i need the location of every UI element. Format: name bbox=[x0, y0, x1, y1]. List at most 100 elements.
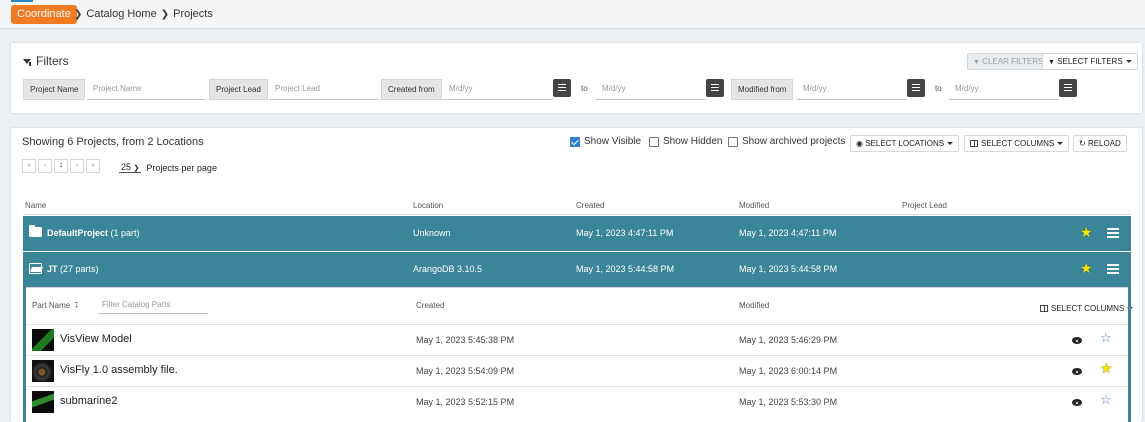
filter-icon: ▼ bbox=[1048, 59, 1055, 66]
column-header-part-name[interactable]: Part Name ↧ bbox=[32, 301, 80, 310]
star-outline-icon[interactable]: ☆ bbox=[1100, 331, 1112, 344]
parts-table: Part Name ↧ Filter Catalog Parts Created … bbox=[23, 287, 1134, 422]
part-modified: May 1, 2023 6:00:14 PM bbox=[739, 366, 838, 376]
favorite-star-icon[interactable]: ★ bbox=[1100, 361, 1113, 375]
menu-icon[interactable] bbox=[1107, 264, 1119, 274]
select-locations-label: SELECT LOCATIONS bbox=[865, 139, 945, 148]
last-page-button[interactable]: » bbox=[86, 159, 100, 173]
columns-icon bbox=[970, 140, 978, 147]
filter-icon: ▼ bbox=[973, 59, 980, 66]
show-visible-checkbox[interactable]: Show Visible bbox=[570, 136, 641, 147]
topbar-accent bbox=[11, 0, 33, 2]
star-outline-icon[interactable]: ☆ bbox=[1100, 393, 1112, 406]
project-lead-input[interactable]: Project Lead bbox=[269, 79, 379, 100]
project-created: May 1, 2023 5:44:58 PM bbox=[576, 264, 675, 274]
column-header-modified[interactable]: Modified bbox=[739, 301, 769, 310]
chevron-right-icon: ❯ bbox=[74, 8, 83, 20]
favorite-star-icon[interactable]: ★ bbox=[1080, 261, 1093, 275]
project-location: ArangoDB 3.10.5 bbox=[413, 264, 483, 274]
coordinate-button[interactable]: Coordinate bbox=[11, 5, 77, 24]
pagination: « ‹ 1 › » bbox=[22, 159, 100, 173]
project-row[interactable]: DefaultProject (1 part) Unknown May 1, 2… bbox=[23, 216, 1131, 251]
project-name-label: Project Name bbox=[23, 79, 86, 100]
show-hidden-label: Show Hidden bbox=[663, 136, 723, 147]
sort-icon[interactable]: ↧ bbox=[73, 301, 80, 310]
part-row[interactable]: VisFly 1.0 assembly file. May 1, 2023 5:… bbox=[24, 355, 1130, 386]
top-bar: Coordinate ❯ Catalog Home ❯ Projects bbox=[0, 0, 1145, 29]
eye-icon[interactable] bbox=[1072, 399, 1082, 406]
part-thumbnail bbox=[32, 391, 54, 413]
checkbox-checked-icon bbox=[570, 136, 580, 147]
select-filters-button[interactable]: ▼ SELECT FILTERS bbox=[1042, 53, 1138, 70]
prev-page-button[interactable]: ‹ bbox=[38, 159, 52, 173]
select-locations-button[interactable]: ◉ SELECT LOCATIONS bbox=[850, 135, 960, 152]
project-modified: May 1, 2023 4:47:11 PM bbox=[739, 228, 837, 238]
filters-heading: Filters bbox=[23, 54, 69, 68]
caret-down-icon bbox=[947, 142, 954, 146]
show-hidden-checkbox[interactable]: Show Hidden bbox=[649, 136, 722, 147]
modified-to-input[interactable]: M/d/yy bbox=[949, 79, 1059, 100]
breadcrumb-catalog-home[interactable]: Catalog Home bbox=[86, 8, 156, 20]
filter-parts-input[interactable]: Filter Catalog Parts bbox=[98, 296, 208, 314]
reload-icon: ↻ bbox=[1079, 139, 1086, 148]
created-to-input[interactable]: M/d/yy bbox=[596, 79, 706, 100]
calendar-icon[interactable] bbox=[1059, 79, 1077, 97]
select-columns-label: SELECT COLUMNS bbox=[981, 139, 1055, 148]
part-row[interactable]: VisView Model May 1, 2023 5:45:38 PM May… bbox=[24, 324, 1130, 355]
project-location: Unknown bbox=[413, 228, 451, 238]
calendar-icon[interactable] bbox=[706, 79, 724, 97]
caret-down-icon bbox=[1057, 142, 1064, 146]
select-columns-button[interactable]: SELECT COLUMNS bbox=[964, 135, 1070, 152]
project-name-input[interactable]: Project Name bbox=[87, 79, 205, 100]
part-thumbnail bbox=[32, 329, 54, 351]
show-visible-label: Show Visible bbox=[584, 136, 642, 147]
per-page-label: Projects per page bbox=[146, 162, 217, 173]
caret-down-icon bbox=[1125, 60, 1132, 64]
part-modified: May 1, 2023 5:53:30 PM bbox=[739, 397, 838, 407]
column-header-location[interactable]: Location bbox=[413, 201, 443, 210]
project-name: JT (27 parts) bbox=[47, 264, 99, 274]
first-page-button[interactable]: « bbox=[22, 159, 36, 173]
part-name[interactable]: submarine2 bbox=[60, 395, 117, 407]
calendar-icon[interactable] bbox=[553, 79, 571, 97]
expanded-row-frame bbox=[1128, 287, 1131, 422]
part-name[interactable]: VisFly 1.0 assembly file. bbox=[60, 364, 178, 376]
modified-from-input[interactable]: M/d/yy bbox=[797, 79, 907, 100]
part-created: May 1, 2023 5:45:38 PM bbox=[416, 335, 515, 345]
modified-from-label: Modified from bbox=[731, 79, 794, 100]
project-modified: May 1, 2023 5:44:58 PM bbox=[739, 264, 838, 274]
clear-filters-button[interactable]: ▼ CLEAR FILTERS bbox=[967, 53, 1050, 70]
show-archived-label: Show archived projects bbox=[742, 136, 846, 147]
reload-label: RELOAD bbox=[1087, 139, 1121, 148]
folder-icon bbox=[29, 225, 42, 237]
show-archived-checkbox[interactable]: Show archived projects bbox=[728, 136, 845, 147]
created-from-input[interactable]: M/d/yy bbox=[443, 79, 553, 100]
column-header-project-lead[interactable]: Project Lead bbox=[902, 201, 947, 210]
next-page-button[interactable]: › bbox=[70, 159, 84, 173]
menu-icon[interactable] bbox=[1107, 228, 1119, 238]
projects-panel: Showing 6 Projects, from 2 Locations Sho… bbox=[10, 127, 1143, 422]
reload-button[interactable]: ↻ RELOAD bbox=[1073, 135, 1127, 152]
eye-icon[interactable] bbox=[1072, 368, 1082, 375]
per-page-select[interactable]: 25 ❯ bbox=[119, 162, 142, 173]
breadcrumb: ❯ Catalog Home ❯ Projects bbox=[74, 8, 213, 20]
eye-icon[interactable] bbox=[1072, 337, 1082, 344]
column-header-created[interactable]: Created bbox=[576, 201, 604, 210]
part-created: May 1, 2023 5:54:09 PM bbox=[416, 366, 515, 376]
to-label: to bbox=[935, 84, 942, 93]
part-modified: May 1, 2023 5:46:29 PM bbox=[739, 335, 838, 345]
chevron-down-icon: ❯ bbox=[133, 165, 140, 172]
part-row[interactable]: submarine2 May 1, 2023 5:52:15 PM May 1,… bbox=[24, 386, 1130, 417]
select-columns-button[interactable]: SELECT COLUMNS bbox=[1040, 304, 1134, 313]
project-row[interactable]: JT (27 parts) ArangoDB 3.10.5 May 1, 202… bbox=[23, 252, 1131, 287]
column-header-name[interactable]: Name bbox=[25, 201, 46, 210]
calendar-icon[interactable] bbox=[907, 79, 925, 97]
columns-icon bbox=[1040, 305, 1048, 312]
part-name[interactable]: VisView Model bbox=[60, 333, 132, 345]
favorite-star-icon[interactable]: ★ bbox=[1080, 225, 1093, 239]
part-thumbnail bbox=[32, 360, 54, 382]
column-header-created[interactable]: Created bbox=[416, 301, 444, 310]
column-header-modified[interactable]: Modified bbox=[739, 201, 769, 210]
folder-open-icon bbox=[29, 263, 42, 274]
page-1-button[interactable]: 1 bbox=[54, 159, 68, 173]
